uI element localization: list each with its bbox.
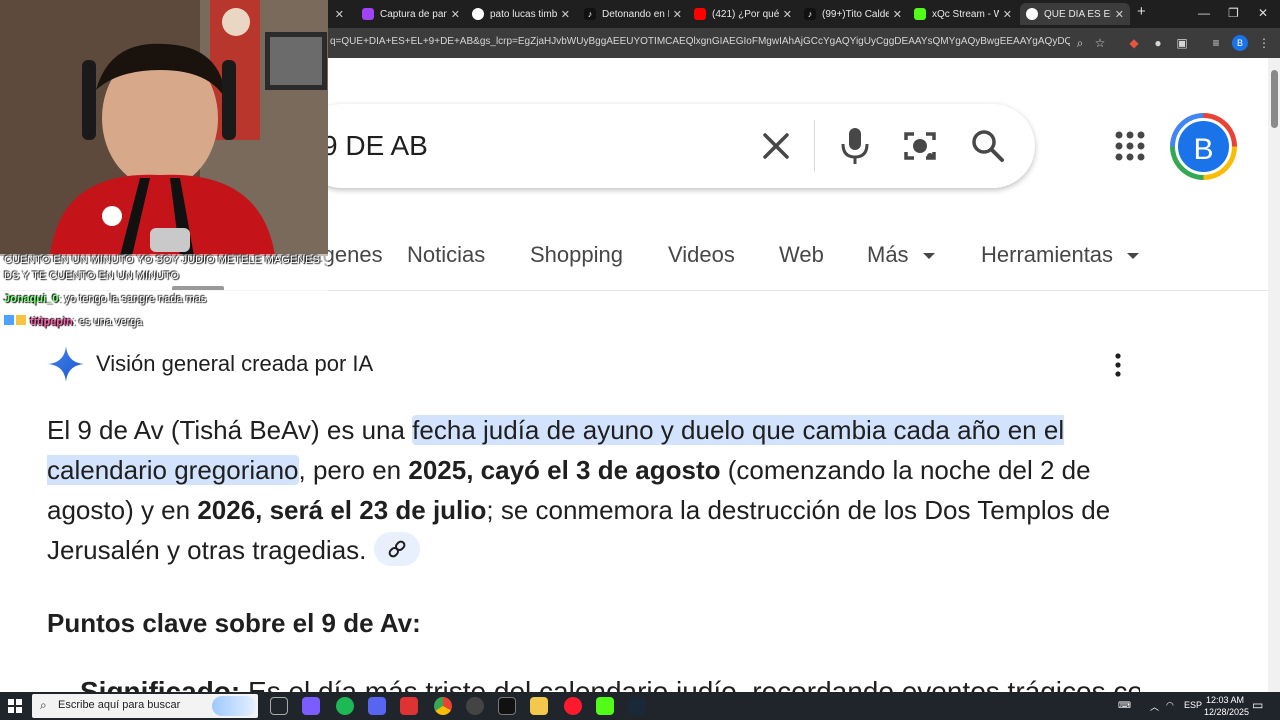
minimize-icon[interactable]: — — [1198, 6, 1210, 20]
maximize-icon[interactable]: ❐ — [1228, 6, 1239, 20]
source-link-button[interactable] — [374, 532, 421, 567]
kick-icon[interactable] — [596, 697, 614, 715]
close-tab-icon[interactable]: ✕ — [783, 8, 792, 21]
menu-kebab-icon[interactable]: ⋮ — [1256, 35, 1272, 51]
browser-tab[interactable]: pato lucas timbre✕ — [466, 3, 576, 25]
browser-tab[interactable]: Captura de pantalla✕ — [356, 3, 466, 25]
chevron-down-icon — [1127, 253, 1140, 260]
chrome-icon[interactable] — [434, 697, 452, 715]
ai-overview-text: El 9 de Av (Tishá BeAv) es una fecha jud… — [47, 415, 1111, 567]
google-apps-grid-icon[interactable] — [1114, 130, 1146, 162]
google-icon — [472, 8, 484, 20]
tab-videos[interactable]: Videos — [668, 242, 735, 268]
browser-tab[interactable]: xQc Stream - Wa✕ — [908, 3, 1018, 25]
tab-tools[interactable]: Herramientas — [981, 242, 1140, 268]
key-points-heading: Puntos clave sobre el 9 de Av: — [47, 608, 421, 638]
close-tab-icon[interactable]: ✕ — [1115, 8, 1124, 21]
voice-app-icon[interactable] — [400, 697, 418, 715]
tab-tools-label: Herramientas — [981, 242, 1114, 267]
windows-start-icon[interactable] — [8, 699, 22, 713]
more-options-icon[interactable] — [1108, 352, 1128, 378]
extension-icon[interactable]: ● — [1150, 35, 1166, 51]
scrollbar-track[interactable] — [1268, 58, 1280, 692]
tiktok-icon: ♪ — [804, 8, 816, 20]
chat-message: CUENTO EN UN MINUTO YO SOY JUDIO METELE … — [4, 254, 320, 266]
search-highlight-icon — [212, 696, 256, 716]
chat-message: DS Y TE CUENTO EN UN MINUTO — [4, 270, 180, 282]
spotify-icon[interactable] — [336, 697, 354, 715]
avatar-initial: B — [1175, 118, 1232, 175]
chat-username: titipepin — [30, 316, 73, 328]
scrollbar-thumb[interactable] — [1271, 70, 1278, 128]
new-tab-button[interactable]: + — [1137, 3, 1146, 20]
search-query-text[interactable]: 9 DE AB — [322, 130, 428, 162]
streamer-webcam — [0, 0, 328, 256]
chat-message: titipepin: es una verga — [4, 315, 143, 328]
close-tab-icon[interactable]: ✕ — [673, 8, 682, 21]
close-tab-icon[interactable]: ✕ — [1003, 8, 1012, 21]
tab-more[interactable]: Más — [867, 242, 935, 268]
keyboard-icon[interactable]: ⌨ — [1118, 700, 1131, 711]
tab-news[interactable]: Noticias — [407, 242, 485, 268]
taskbar-search[interactable]: ⌕ Escribe aquí para buscar — [32, 694, 258, 718]
wifi-icon[interactable]: ◠ — [1166, 700, 1174, 711]
camera-lens-icon[interactable] — [900, 126, 940, 166]
taskbar-search-placeholder: Escribe aquí para buscar — [58, 699, 181, 711]
google-icon — [1026, 8, 1038, 20]
microphone-icon[interactable] — [838, 124, 872, 168]
youtube-icon — [694, 8, 706, 20]
bookmark-star-icon[interactable]: ☆ — [1092, 35, 1108, 51]
clear-search-icon[interactable] — [756, 126, 796, 166]
browser-tab[interactable]: (421) ¿Por qué los✕ — [688, 3, 798, 25]
account-avatar[interactable]: B — [1170, 113, 1237, 180]
discord-icon[interactable] — [368, 697, 386, 715]
chat-message: Jonaqui_0: yo tengo la sangre nada mas — [4, 293, 207, 305]
close-tab-icon[interactable]: ✕ — [561, 8, 570, 21]
chevron-down-icon — [922, 253, 935, 260]
opera-icon[interactable] — [564, 697, 582, 715]
chat-username: Jonaqui_0 — [4, 293, 59, 305]
extension-icon[interactable]: ◆ — [1126, 35, 1142, 51]
extensions-puzzle-icon[interactable]: ▣ — [1174, 35, 1190, 51]
browser-tab[interactable]: ♪ Detonando en Ba✕ — [578, 3, 688, 25]
search-box[interactable]: 9 DE AB — [300, 104, 1035, 188]
chevron-up-icon[interactable]: ︿ — [1150, 700, 1159, 713]
kick-icon — [914, 8, 926, 20]
tab-more-label: Más — [867, 242, 909, 267]
divider — [814, 120, 815, 172]
tiktok-icon: ♪ — [584, 8, 596, 20]
obs-icon[interactable] — [466, 697, 484, 715]
browser-tab-active[interactable]: QUE DIA ES EL 9 D✕ — [1020, 3, 1130, 25]
tab-shopping[interactable]: Shopping — [530, 242, 623, 268]
clock-time[interactable]: 12:03 AM — [1206, 695, 1244, 705]
steam-icon[interactable] — [628, 697, 646, 715]
chat-badge-icon — [4, 315, 14, 325]
chat-badge-icon — [16, 315, 26, 325]
file-explorer-icon[interactable] — [530, 697, 548, 715]
stream-chat-overlay: CUENTO EN UN MINUTO YO SOY JUDIO METELE … — [0, 254, 328, 332]
close-tab-icon[interactable]: ✕ — [335, 8, 344, 21]
close-tab-icon[interactable]: ✕ — [893, 8, 902, 21]
windows-taskbar: ⌕ Escribe aquí para buscar ⌨ ︿ ◠ ESP 12:… — [0, 692, 1280, 720]
ai-overview-title: Visión general creada por IA — [96, 351, 374, 376]
tab-web[interactable]: Web — [779, 242, 824, 268]
clock-date[interactable]: 12/28/2025 — [1204, 707, 1249, 717]
close-window-icon[interactable]: ✕ — [1258, 6, 1268, 20]
zoom-icon[interactable]: ⌕ — [1072, 35, 1088, 51]
search-icon: ⌕ — [40, 698, 47, 712]
notifications-icon[interactable]: ▭ — [1252, 698, 1263, 712]
task-view-icon[interactable] — [270, 697, 288, 715]
ai-sparkle-icon — [48, 346, 84, 382]
scissors-icon — [362, 8, 374, 20]
profile-avatar[interactable]: B — [1232, 35, 1248, 51]
search-icon[interactable] — [968, 126, 1008, 166]
capcut-icon[interactable] — [498, 697, 516, 715]
browser-tab[interactable]: ♪ (99+)Tito Calderó✕ — [798, 3, 908, 25]
url-field[interactable]: q=QUE+DIA+ES+EL+9+DE+AB&gs_lcrp=EgZjaHJv… — [330, 36, 1070, 47]
media-control-icon[interactable]: ≡ — [1208, 35, 1224, 51]
copilot-icon[interactable] — [302, 697, 320, 715]
close-tab-icon[interactable]: ✕ — [451, 8, 460, 21]
language-indicator[interactable]: ESP — [1184, 700, 1202, 710]
